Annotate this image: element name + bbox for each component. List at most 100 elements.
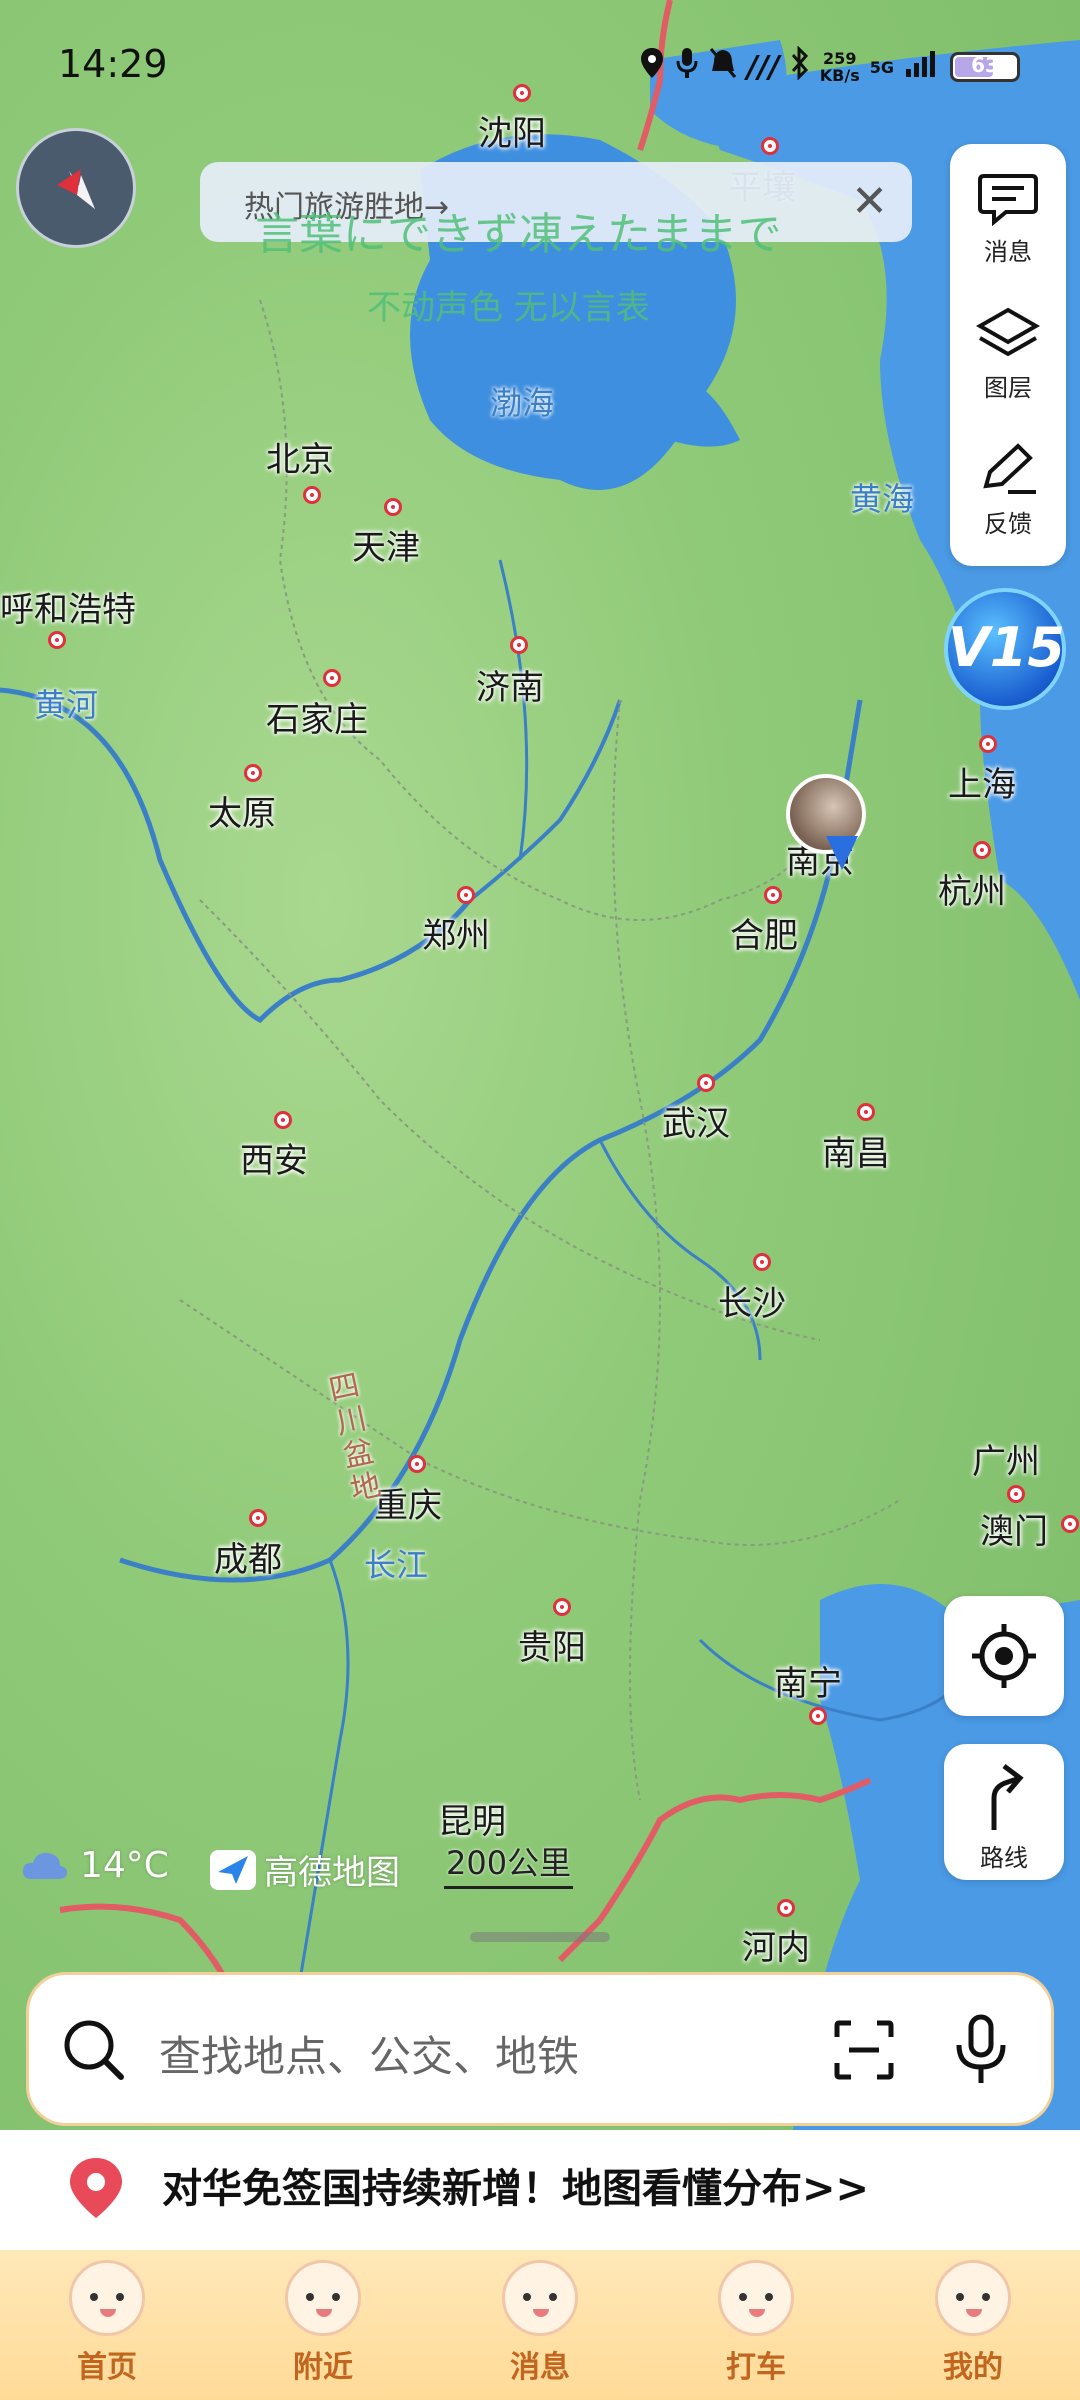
city-marker[interactable] [457,886,475,904]
water-label: 黄河 [34,686,99,724]
sheep-mascot-icon [502,2260,578,2336]
city-label: 成都 [214,1540,282,1580]
layers-button[interactable]: 图层 [950,286,1066,416]
city-label: 石家庄 [266,700,368,740]
messages-label: 消息 [984,238,1032,266]
mic-icon [675,46,699,88]
net-speed: 259 KB/s [819,49,860,85]
city-label: 南昌 [822,1134,890,1174]
compass-icon [57,169,95,209]
tab-home[interactable]: 首页 [32,2260,182,2386]
city-marker[interactable] [553,1598,571,1616]
city-label: 广州 [972,1442,1040,1482]
tab-mine[interactable]: 我的 [898,2260,1048,2386]
city-marker[interactable] [697,1074,715,1092]
location-icon [639,46,665,88]
promo-strip[interactable]: 对华免签国持续新增！地图看懂分布>> [0,2130,1080,2250]
city-label: 澳门 [980,1512,1048,1552]
city-marker[interactable] [979,735,997,753]
city-marker[interactable] [764,886,782,904]
map-scale: 200公里 [444,1838,574,1889]
city-label: 合肥 [730,916,798,956]
message-icon [978,174,1038,227]
city-label: 贵阳 [518,1628,586,1668]
weather-widget[interactable]: 14°C [20,1845,169,1886]
search-icon [64,2020,124,2080]
battery-icon: 63 [950,52,1020,82]
city-label: 杭州 [938,872,1006,912]
status-icons: /// 259 KB/s 5G 63 [639,45,1020,88]
version-badge[interactable]: V15 [944,588,1066,710]
tab-label: 打车 [726,2350,786,2385]
weather-temp: 14°C [80,1845,169,1886]
crosshair-icon [972,1624,1036,1688]
right-toolbar: 消息 图层 反馈 [950,144,1066,566]
search-input[interactable]: 查找地点、公交、地铁 [159,2023,579,2084]
route-arrow-icon [991,1764,1024,1830]
tab-label: 消息 [510,2350,570,2385]
sheep-mascot-icon [285,2260,361,2336]
city-marker[interactable] [753,1253,771,1271]
city-marker[interactable] [323,669,341,687]
route-button[interactable]: 路线 [944,1744,1064,1880]
brand-name: 高德地图 [264,1853,400,1893]
feedback-button[interactable]: 反馈 [950,422,1066,552]
city-marker[interactable] [857,1103,875,1121]
tab-taxi[interactable]: 打车 [681,2260,831,2386]
city-marker[interactable] [274,1111,292,1129]
amap-logo: 高德地图 [210,1845,400,1894]
city-marker[interactable] [777,1899,795,1917]
status-bar: 14:29 /// 259 KB/s 5G 63 [0,0,1080,130]
lyric-line-2: 不动声色 无以言表 [367,288,650,328]
mute-bell-icon [709,47,737,87]
city-marker[interactable] [510,636,528,654]
bluetooth-icon [790,45,810,88]
amap-logo-icon [210,1849,256,1890]
feedback-label: 反馈 [984,510,1032,538]
city-marker[interactable] [244,764,262,782]
search-bar[interactable]: 查找地点、公交、地铁 [26,1972,1054,2126]
city-label: 西安 [240,1141,308,1181]
scan-icon[interactable] [829,2015,899,2085]
close-icon[interactable]: ✕ [851,176,888,227]
voice-mic-icon[interactable] [951,2013,1011,2087]
sheep-mascot-icon [718,2260,794,2336]
tab-label: 附近 [293,2350,353,2385]
water-label: 黄海 [850,480,915,518]
drag-handle[interactable] [470,1932,610,1942]
location-pin-icon [70,2158,122,2218]
lyric-line-1: 言葉にできず凍えたままで [255,209,782,260]
city-label: 太原 [208,794,276,834]
city-label: 天津 [352,528,420,568]
map-canvas[interactable]: 沈阳 北京 天津 呼和浩特 石家庄 济南 太原 郑州 合肥 南京 上海 杭州 西… [0,0,1080,2250]
heading-arrow-icon [826,836,858,870]
nfc-icon: /// [746,49,780,85]
layers-label: 图层 [984,374,1032,402]
city-label: 北京 [266,440,334,480]
compass-button[interactable] [16,128,136,248]
city-marker[interactable] [384,498,402,516]
water-label: 长江 [364,1546,429,1584]
city-marker[interactable] [48,631,66,649]
bottom-tab-bar: 首页 附近 消息 打车 我的 [0,2250,1080,2400]
tab-label: 我的 [943,2350,1003,2385]
city-label: 南宁 [774,1664,842,1704]
city-marker[interactable] [809,1707,827,1725]
layers-icon [975,307,1041,357]
city-marker[interactable] [1061,1515,1079,1533]
tab-messages[interactable]: 消息 [465,2260,615,2386]
water-label: 渤海 [490,384,555,422]
messages-button[interactable]: 消息 [950,150,1066,280]
city-marker[interactable] [408,1455,426,1473]
city-marker[interactable] [303,486,321,504]
promo-text[interactable]: 对华免签国持续新增！地图看懂分布>> [162,2156,869,2214]
tab-nearby[interactable]: 附近 [248,2260,398,2386]
city-marker[interactable] [1007,1485,1025,1503]
locate-me-button[interactable] [944,1596,1064,1716]
route-label: 路线 [980,1844,1028,1872]
sheep-mascot-icon [69,2260,145,2336]
city-label: 河内 [742,1928,810,1968]
city-marker[interactable] [973,841,991,859]
city-marker[interactable] [761,137,779,155]
city-marker[interactable] [249,1509,267,1527]
